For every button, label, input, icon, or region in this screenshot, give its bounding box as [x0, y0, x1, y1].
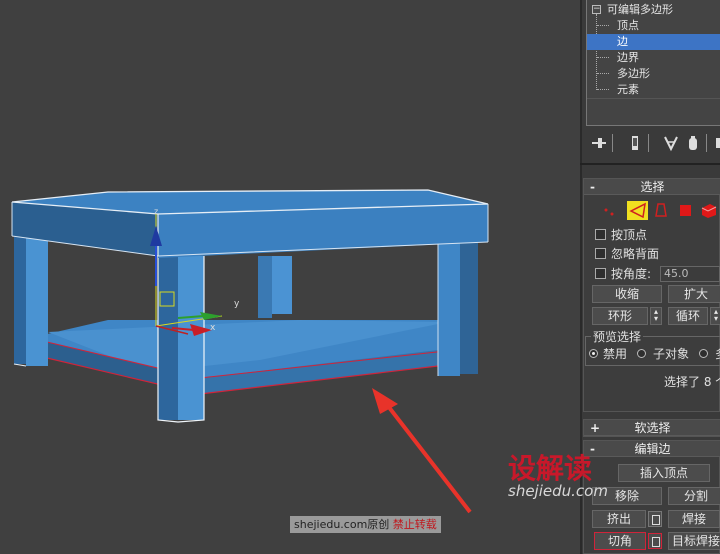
- shrink-button[interactable]: 收缩: [592, 285, 662, 303]
- make-unique-icon[interactable]: [662, 134, 680, 152]
- front-leg-center: [158, 254, 178, 420]
- stack-item-edge[interactable]: 边: [587, 34, 720, 50]
- stack-toolbar: [586, 128, 720, 158]
- watermark-url: shejiedu.com: [508, 482, 608, 500]
- preview-disabled-label: 禁用: [603, 347, 628, 361]
- by-angle-checkbox[interactable]: [595, 268, 606, 279]
- show-end-result-icon[interactable]: [626, 134, 644, 152]
- stack-item-border[interactable]: 边界: [587, 50, 720, 66]
- table-model[interactable]: z y x: [0, 0, 580, 554]
- loop-spinner-arrows[interactable]: ▴ ▾: [710, 307, 720, 325]
- polygon-level-icon[interactable]: [680, 205, 691, 216]
- soft-selection-header[interactable]: + 软选择: [584, 420, 720, 436]
- element-level-icon[interactable]: [701, 204, 717, 218]
- extrude-settings-icon[interactable]: [648, 511, 662, 527]
- chamfer-settings-icon[interactable]: [648, 533, 662, 549]
- remove-modifier-icon[interactable]: [684, 134, 702, 152]
- svg-text:设解读: 设解读: [508, 452, 592, 484]
- by-angle-label: 按角度:: [611, 267, 652, 281]
- selection-status: 选择了 8 个: [664, 375, 720, 389]
- ignore-backfacing-checkbox[interactable]: [595, 248, 606, 259]
- axis-label-z: z: [154, 207, 158, 216]
- chamfer-button[interactable]: 切角: [594, 532, 646, 550]
- preview-subobject-radio[interactable]: [637, 349, 646, 358]
- preview-disabled-radio[interactable]: [589, 349, 598, 358]
- vertex-level-icon[interactable]: [604, 208, 614, 216]
- modifier-stack[interactable]: − 可编辑多边形 顶点 边 边界 多边形 元素: [586, 0, 720, 126]
- stack-item-polygon[interactable]: 多边形: [587, 66, 720, 82]
- ignore-backfacing-label: 忽略背面: [611, 247, 660, 261]
- loop-button[interactable]: 循环: [668, 307, 708, 325]
- weld-button[interactable]: 焊接: [668, 510, 720, 528]
- axis-label-x: x: [210, 323, 216, 333]
- preview-selection-label: 预览选择: [591, 330, 644, 344]
- stack-root[interactable]: 可编辑多边形: [587, 2, 720, 18]
- configure-sets-icon[interactable]: [714, 134, 720, 152]
- soft-selection-rollout: + 软选择: [583, 419, 720, 437]
- back-leg-left: [258, 256, 272, 318]
- credit-badge: shejiedu.com原创 禁止转载: [290, 516, 441, 533]
- stack-item-vertex[interactable]: 顶点: [587, 18, 720, 34]
- preview-subobject-label: 子对象: [653, 347, 690, 361]
- preview-multi-radio[interactable]: [699, 349, 708, 358]
- extrude-button[interactable]: 挤出: [592, 510, 646, 528]
- annotation-arrow: [372, 388, 472, 514]
- by-vertex-checkbox[interactable]: [595, 229, 606, 240]
- grow-button[interactable]: 扩大: [668, 285, 720, 303]
- ring-spinner-arrows[interactable]: ▴ ▾: [650, 307, 662, 325]
- preview-multi-label: 多: [715, 347, 720, 361]
- selection-rollout-header[interactable]: - 选择: [584, 179, 720, 195]
- back-leg-right: [438, 240, 460, 376]
- edge-level-icon[interactable]: [627, 201, 648, 220]
- axis-label-y: y: [234, 299, 240, 309]
- split-button[interactable]: 分割: [668, 487, 720, 505]
- stack-item-element[interactable]: 元素: [587, 82, 720, 98]
- border-level-icon[interactable]: [655, 203, 667, 217]
- ring-button[interactable]: 环形: [592, 307, 648, 325]
- pin-stack-icon[interactable]: [590, 134, 608, 152]
- by-vertex-label: 按顶点: [611, 228, 648, 242]
- target-weld-button[interactable]: 目标焊接: [668, 532, 720, 550]
- viewport-perspective[interactable]: z y x shejiedu.com原创 禁止转载: [0, 0, 580, 554]
- subobject-level-icons: [600, 200, 720, 222]
- front-leg-left: [14, 234, 26, 364]
- insert-vertex-button[interactable]: 插入顶点: [618, 464, 710, 482]
- angle-spinner[interactable]: 45.0: [660, 266, 720, 282]
